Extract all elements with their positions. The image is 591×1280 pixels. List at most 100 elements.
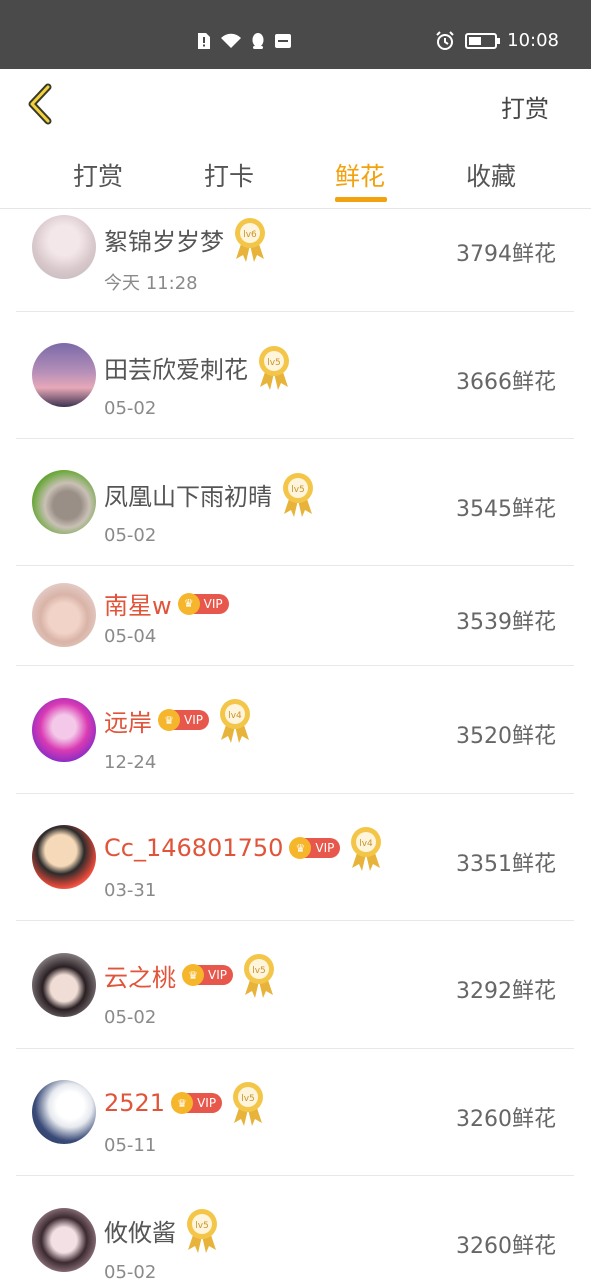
avatar bbox=[32, 953, 96, 1017]
level-badge-icon: lv5 bbox=[243, 954, 274, 998]
list-item[interactable]: 凤凰山下雨初晴 lv5 05-02 3545鲜花 bbox=[16, 439, 574, 566]
crown-icon: ♛ bbox=[289, 837, 312, 859]
flower-ranking-list: 絮锦岁岁梦 lv6 今天 11:28 3794鲜花 田芸欣爱刺花 lv5 05-… bbox=[0, 209, 591, 1280]
user-name: 南星w bbox=[104, 592, 172, 620]
date-label: 05-11 bbox=[104, 1135, 157, 1156]
status-bar: 10:08 bbox=[0, 0, 591, 69]
vip-badge: ♛ VIP bbox=[182, 964, 233, 986]
qq-icon bbox=[252, 33, 264, 49]
list-item[interactable]: Cc_146801750 ♛ VIP lv4 03-31 3351鲜花 bbox=[16, 794, 574, 921]
list-item[interactable]: 2521 ♛ VIP lv5 05-11 3260鲜花 bbox=[16, 1049, 574, 1176]
list-item[interactable]: 南星w ♛ VIP 05-04 3539鲜花 bbox=[16, 566, 574, 666]
list-item[interactable]: 攸攸酱 lv5 05-02 3260鲜花 bbox=[16, 1176, 574, 1280]
status-time: 10:08 bbox=[507, 30, 559, 51]
battery-icon bbox=[465, 32, 501, 49]
date-label: 05-02 bbox=[104, 1262, 157, 1280]
list-item[interactable]: 田芸欣爱刺花 lv5 05-02 3666鲜花 bbox=[16, 312, 574, 439]
avatar bbox=[32, 1208, 96, 1272]
user-name: 凤凰山下雨初晴 bbox=[104, 482, 272, 511]
tab-bar: 打赏 打卡 鲜花 收藏 bbox=[0, 139, 591, 209]
vip-badge: ♛ VIP bbox=[177, 592, 229, 615]
tab-favorites[interactable]: 收藏 bbox=[466, 157, 516, 193]
level-text: lv5 bbox=[291, 485, 305, 495]
user-name: 田芸欣爱刺花 bbox=[104, 355, 248, 384]
date-label: 今天 11:28 bbox=[104, 273, 198, 294]
level-text: lv6 bbox=[243, 230, 257, 240]
vip-badge: ♛ VIP bbox=[171, 1092, 223, 1114]
user-name: Cc_146801750 bbox=[104, 834, 284, 862]
user-name: 云之桃 bbox=[104, 963, 176, 992]
date-label: 05-04 bbox=[104, 626, 157, 647]
level-badge-icon: lv4 bbox=[219, 699, 250, 743]
tab-reward[interactable]: 打赏 bbox=[73, 157, 123, 193]
crown-icon: ♛ bbox=[182, 964, 204, 986]
crown-icon: ♛ bbox=[171, 1092, 194, 1114]
vip-badge: ♛ VIP bbox=[158, 709, 209, 731]
name-line: 云之桃 ♛ VIP lv5 bbox=[104, 951, 277, 999]
date-label: 05-02 bbox=[104, 398, 157, 419]
date-label: 12-24 bbox=[104, 752, 157, 773]
sms-icon bbox=[275, 34, 291, 48]
status-right: 10:08 bbox=[435, 30, 559, 51]
alarm-icon bbox=[436, 30, 454, 50]
avatar bbox=[32, 215, 96, 279]
name-line: 絮锦岁岁梦 lv6 bbox=[104, 215, 268, 263]
level-text: lv5 bbox=[195, 1221, 209, 1231]
name-line: 攸攸酱 lv5 bbox=[104, 1206, 220, 1254]
flower-count: 3292鲜花 bbox=[456, 979, 556, 1004]
list-item[interactable]: 云之桃 ♛ VIP lv5 05-02 3292鲜花 bbox=[16, 921, 574, 1049]
level-badge-icon: lv5 bbox=[187, 1209, 217, 1253]
flower-count: 3666鲜花 bbox=[456, 370, 556, 395]
avatar bbox=[32, 825, 96, 889]
list-item[interactable]: 絮锦岁岁梦 lv6 今天 11:28 3794鲜花 bbox=[16, 209, 574, 312]
back-chevron-icon[interactable] bbox=[22, 83, 62, 125]
tab-checkin[interactable]: 打卡 bbox=[204, 157, 254, 193]
avatar bbox=[32, 698, 96, 762]
status-icons bbox=[196, 32, 292, 50]
reward-action-button[interactable]: 打赏 bbox=[501, 89, 549, 124]
vip-label: VIP bbox=[197, 1096, 217, 1110]
name-line: 田芸欣爱刺花 lv5 bbox=[104, 343, 292, 391]
crown-icon: ♛ bbox=[177, 592, 200, 615]
level-badge-icon: lv6 bbox=[235, 218, 265, 262]
vip-label: VIP bbox=[184, 713, 203, 727]
flower-count: 3260鲜花 bbox=[456, 1234, 556, 1259]
level-badge-icon: lv5 bbox=[283, 473, 313, 517]
name-line: 远岸 ♛ VIP lv4 bbox=[104, 696, 253, 744]
flower-count: 3545鲜花 bbox=[456, 497, 556, 522]
list-item[interactable]: 远岸 ♛ VIP lv4 12-24 3520鲜花 bbox=[16, 666, 574, 794]
level-badge-icon: lv5 bbox=[259, 346, 289, 390]
user-name: 远岸 bbox=[104, 708, 152, 737]
avatar bbox=[32, 583, 96, 647]
date-label: 05-02 bbox=[104, 1007, 157, 1028]
flower-count: 3539鲜花 bbox=[456, 610, 556, 635]
vip-label: VIP bbox=[208, 968, 227, 982]
name-line: Cc_146801750 ♛ VIP lv4 bbox=[104, 824, 384, 872]
user-name: 2521 bbox=[104, 1089, 166, 1117]
name-line: 南星w ♛ VIP bbox=[104, 586, 229, 621]
header-bar: 打赏 bbox=[0, 69, 591, 139]
vip-badge: ♛ VIP bbox=[289, 837, 341, 859]
vip-label: VIP bbox=[203, 596, 223, 611]
flower-count: 3794鲜花 bbox=[456, 242, 556, 267]
level-text: lv5 bbox=[252, 966, 266, 976]
level-badge-icon: lv4 bbox=[351, 827, 382, 871]
level-text: lv4 bbox=[228, 711, 242, 721]
date-label: 05-02 bbox=[104, 525, 157, 546]
flower-count: 3260鲜花 bbox=[456, 1107, 556, 1132]
name-line: 凤凰山下雨初晴 lv5 bbox=[104, 470, 316, 518]
user-name: 絮锦岁岁梦 bbox=[104, 227, 224, 256]
level-text: lv5 bbox=[241, 1094, 255, 1104]
date-label: 03-31 bbox=[104, 880, 157, 901]
user-name: 攸攸酱 bbox=[104, 1218, 176, 1247]
avatar bbox=[32, 1080, 96, 1144]
vip-label: VIP bbox=[315, 841, 335, 855]
active-tab-indicator bbox=[335, 197, 387, 202]
flower-count: 3520鲜花 bbox=[456, 724, 556, 749]
level-text: lv4 bbox=[360, 839, 374, 849]
tab-flowers[interactable]: 鲜花 bbox=[335, 157, 385, 193]
wifi-icon bbox=[221, 33, 241, 48]
sim-alert-icon bbox=[198, 33, 210, 49]
avatar bbox=[32, 343, 96, 407]
level-text: lv5 bbox=[267, 358, 281, 368]
